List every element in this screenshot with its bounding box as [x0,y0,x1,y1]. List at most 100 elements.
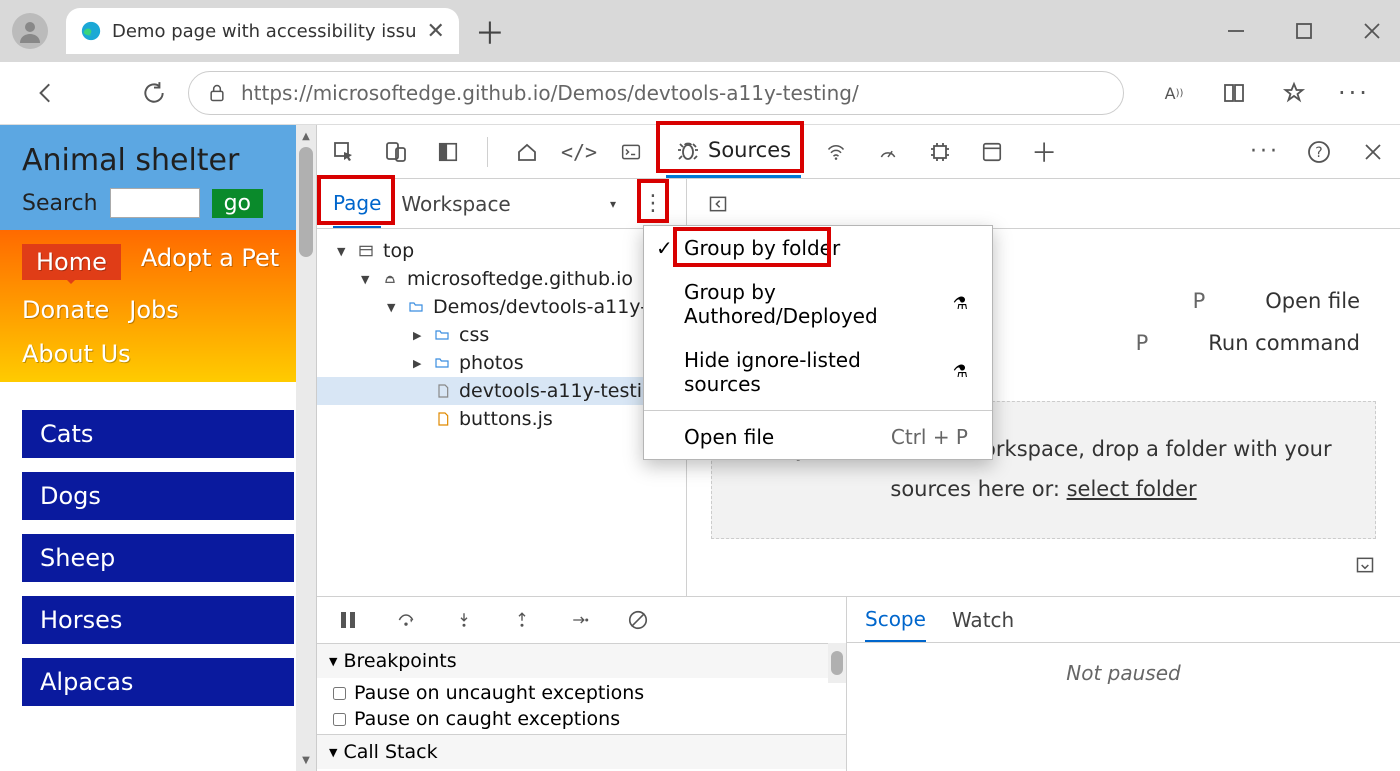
devtools-more-icon[interactable]: ··· [1248,135,1282,169]
menu-open-file-shortcut: Ctrl + P [891,425,968,449]
select-folder-link[interactable]: select folder [1067,477,1197,501]
sources-tab[interactable]: Sources [666,125,801,178]
console-tab-icon[interactable] [614,135,648,169]
debugger-toolbar [317,597,846,643]
navigator-more-icon[interactable]: ⋮ [636,187,670,221]
devtools-close-icon[interactable] [1356,135,1390,169]
tree-css[interactable]: ▶css [317,321,686,349]
profile-icon[interactable] [12,13,48,49]
favorite-icon[interactable] [1278,77,1310,109]
page-viewport: Animal shelter Search go Home Adopt a Pe… [0,125,316,771]
minimize-button[interactable] [1220,15,1252,47]
navigator-workspace-tab[interactable]: Workspace ▾ [401,179,616,228]
tree-photos-label: photos [459,352,524,374]
scope-tab[interactable]: Scope [865,597,926,642]
run-command-key: P [1136,331,1149,355]
menu-open-file-label: Open file [684,425,774,449]
nav-donate[interactable]: Donate [22,296,109,324]
more-tabs-icon[interactable]: ＋ [1027,135,1061,169]
step-out-icon[interactable] [505,603,539,637]
animal-link-sheep[interactable]: Sheep [22,534,294,582]
pause-uncaught-label: Pause on uncaught exceptions [354,682,644,704]
tree-html-file[interactable]: devtools-a11y-testing/ [317,377,686,405]
animal-link-cats[interactable]: Cats [22,410,294,458]
open-file-key: P [1193,289,1206,313]
lock-icon [207,82,227,104]
tree-photos[interactable]: ▶photos [317,349,686,377]
step-into-icon[interactable] [447,603,481,637]
nav-jobs[interactable]: Jobs [129,296,179,324]
not-paused-message: Not paused [847,643,1400,685]
flask-icon: ⚗ [953,294,968,314]
tree-path[interactable]: ▼Demos/devtools-a11y-te [317,293,686,321]
tree-path-label: Demos/devtools-a11y-te [433,296,666,318]
edge-favicon-icon [80,20,102,42]
pause-caught-checkbox[interactable]: Pause on caught exceptions [333,708,830,730]
inspect-icon[interactable] [327,135,361,169]
breakpoints-section[interactable]: ▼Breakpoints [317,643,846,678]
tab-close-icon[interactable]: ✕ [426,19,444,44]
menu-group-by-folder[interactable]: ✓Group by folder [644,226,992,270]
tree-js-file[interactable]: buttons.js [317,405,686,433]
elements-tab-icon[interactable]: </> [562,135,596,169]
workspace-tab-label: Workspace [401,192,510,216]
settings-more-icon[interactable]: ··· [1338,77,1370,109]
flask-icon: ⚗ [953,362,968,382]
devtools-help-icon[interactable]: ? [1302,135,1336,169]
refresh-button[interactable] [138,77,170,109]
bug-icon [676,138,700,162]
deactivate-breakpoints-icon[interactable] [621,603,655,637]
breakpoints-scrollbar[interactable] [828,643,846,683]
back-button[interactable] [30,77,62,109]
tree-css-label: css [459,324,489,346]
menu-hide-ignore[interactable]: Hide ignore-listed sources ⚗ [644,338,992,406]
tree-domain[interactable]: ▼microsoftedge.github.io [317,265,686,293]
tree-domain-label: microsoftedge.github.io [407,268,633,290]
close-window-button[interactable] [1356,15,1388,47]
tree-html-label: devtools-a11y-testing/ [459,380,673,402]
title-bar: Demo page with accessibility issu ✕ ＋ [0,0,1400,62]
menu-open-file[interactable]: Open file Ctrl + P [644,415,992,459]
call-stack-section[interactable]: ▼Call Stack [317,734,846,769]
maximize-button[interactable] [1288,15,1320,47]
menu-group-authored[interactable]: Group by Authored/Deployed⚗ [644,270,992,338]
performance-tab-icon[interactable] [871,135,905,169]
animal-link-alpacas[interactable]: Alpacas [22,658,294,706]
application-tab-icon[interactable] [975,135,1009,169]
step-icon[interactable] [563,603,597,637]
watch-tab[interactable]: Watch [952,597,1014,642]
tree-top-label: top [383,240,414,262]
debugger-pane: ▼Breakpoints Pause on uncaught exception… [317,596,1400,771]
navigator-page-tab[interactable]: Page [333,179,381,228]
sources-tab-label: Sources [708,138,791,162]
search-input[interactable] [110,188,200,218]
animal-link-dogs[interactable]: Dogs [22,472,294,520]
page-scrollbar[interactable]: ▲ ▼ [296,125,316,771]
memory-tab-icon[interactable] [923,135,957,169]
chevron-down-icon: ▾ [610,197,616,211]
pause-uncaught-checkbox[interactable]: Pause on uncaught exceptions [333,682,830,704]
welcome-tab-icon[interactable] [510,135,544,169]
pause-icon[interactable] [331,603,365,637]
pause-caught-label: Pause on caught exceptions [354,708,620,730]
file-tree: ▼top ▼microsoftedge.github.io ▼Demos/dev… [317,229,686,596]
dock-icon[interactable] [431,135,465,169]
network-tab-icon[interactable] [819,135,853,169]
device-toggle-icon[interactable] [379,135,413,169]
browser-tab[interactable]: Demo page with accessibility issu ✕ [66,8,459,54]
read-aloud-icon[interactable]: A)) [1158,77,1190,109]
toggle-drawer-icon[interactable] [1348,548,1382,582]
animal-link-horses[interactable]: Horses [22,596,294,644]
reading-view-icon[interactable] [1218,77,1250,109]
step-over-icon[interactable] [389,603,423,637]
tree-top[interactable]: ▼top [317,237,686,265]
new-tab-button[interactable]: ＋ [475,9,505,53]
toggle-navigator-icon[interactable] [701,187,735,221]
search-label: Search [22,191,98,216]
nav-home[interactable]: Home [22,244,121,280]
search-go-button[interactable]: go [212,189,263,218]
menu-hide-ignore-label: Hide ignore-listed sources [684,348,943,396]
address-bar[interactable]: https://microsoftedge.github.io/Demos/de… [188,71,1124,115]
nav-adopt[interactable]: Adopt a Pet [141,244,279,280]
nav-about[interactable]: About Us [22,340,131,368]
